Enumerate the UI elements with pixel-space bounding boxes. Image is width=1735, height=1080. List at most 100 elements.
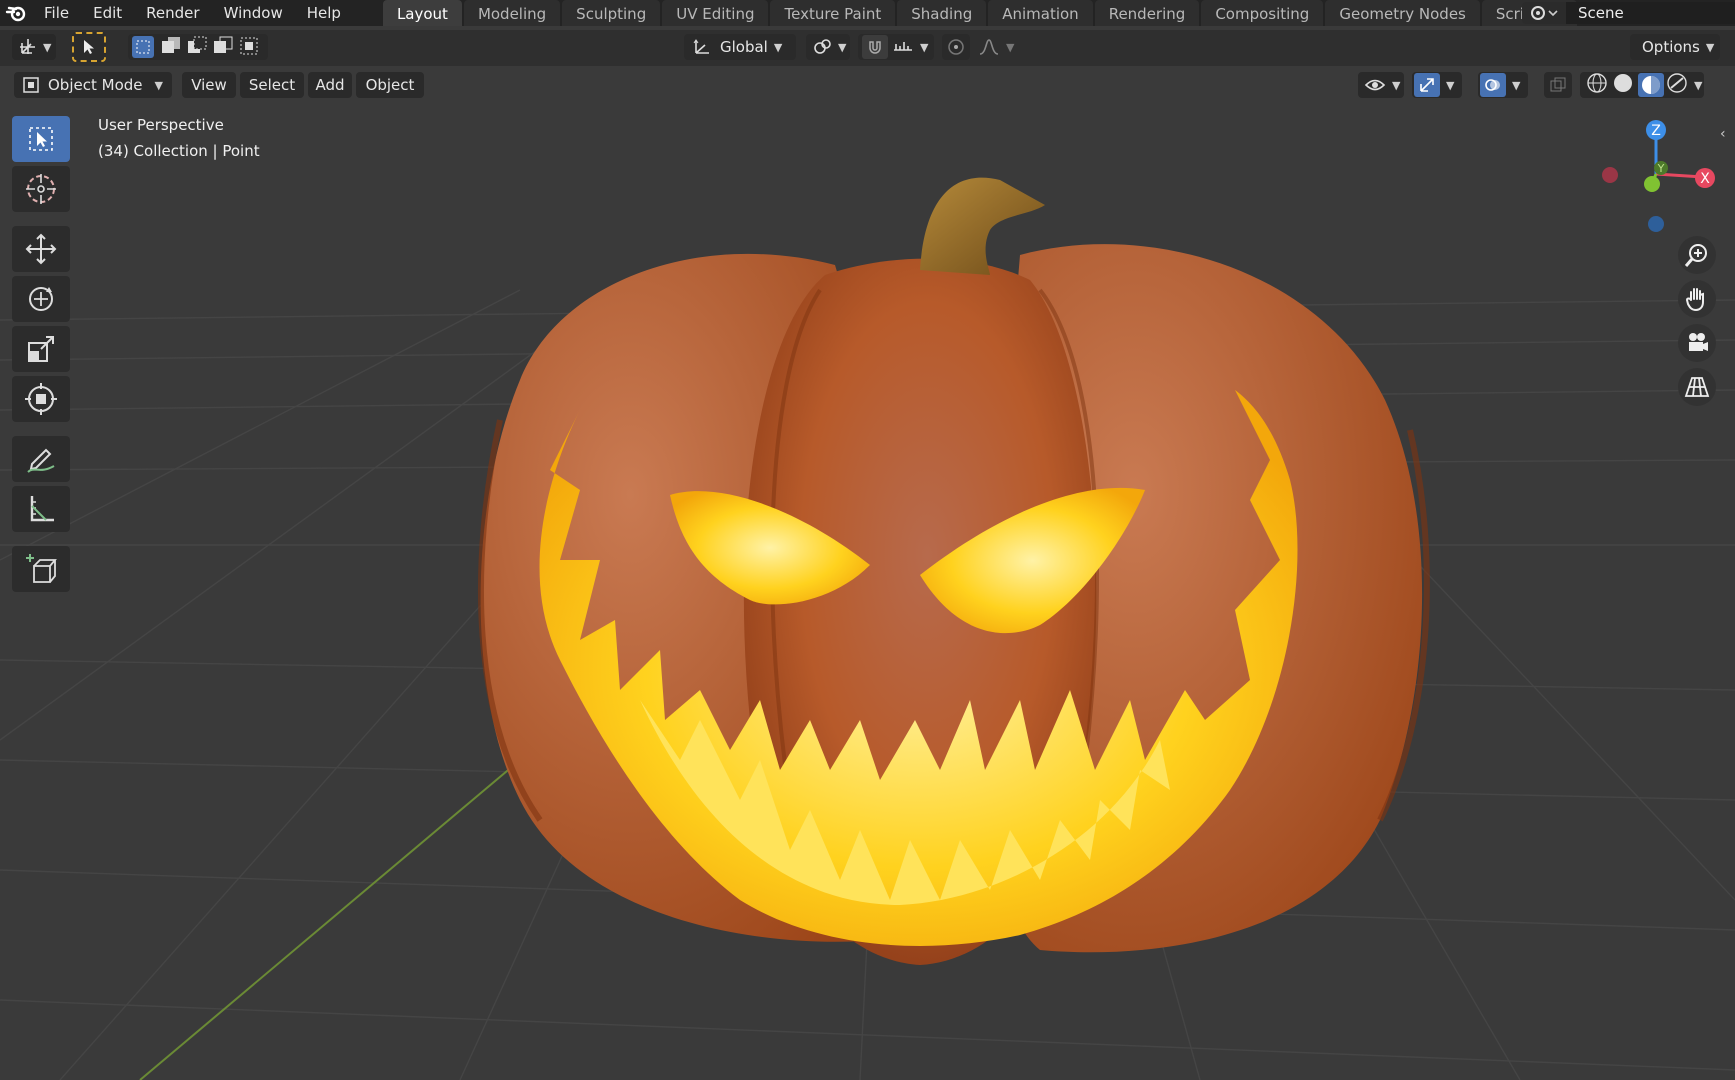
zoom-button[interactable]	[1678, 236, 1716, 274]
perspective-label: User Perspective	[98, 116, 224, 134]
perspective-grid-icon	[1684, 377, 1710, 397]
proportional-edit-button[interactable]	[942, 34, 970, 60]
neg-z-handle-icon[interactable]	[1648, 216, 1664, 232]
eye-icon	[1364, 79, 1386, 91]
selection-mode-group	[128, 34, 268, 60]
chevron-down-icon: ▼	[1512, 78, 1521, 92]
tool-transform[interactable]	[12, 376, 70, 422]
y-axis-label: Y	[1657, 162, 1665, 175]
menu-window[interactable]: Window	[212, 2, 295, 24]
tab-sculpting[interactable]: Sculpting	[562, 0, 661, 26]
zoom-icon	[1684, 244, 1707, 267]
projection-toggle-button[interactable]	[1678, 368, 1716, 406]
tab-shading[interactable]: Shading	[897, 0, 987, 26]
blender-logo-icon[interactable]	[0, 0, 32, 26]
add-cube-icon	[26, 554, 57, 583]
pan-button[interactable]	[1678, 280, 1716, 318]
viewport-menu-add[interactable]: Add	[308, 72, 352, 98]
chevron-down-icon: ▼	[1446, 78, 1455, 92]
top-bar: File Edit Render Window Help Layout Mode…	[0, 0, 1735, 26]
scene-selector[interactable]: Scene	[1522, 0, 1735, 26]
tool-move[interactable]	[12, 226, 70, 272]
neg-x-handle-icon[interactable]	[1602, 167, 1618, 183]
viewport-menu-view[interactable]: View	[182, 72, 236, 98]
mode-extend-icon[interactable]	[160, 35, 182, 59]
menu-render[interactable]: Render	[134, 2, 211, 24]
3d-cursor-icon	[26, 174, 56, 204]
tool-rotate[interactable]	[12, 276, 70, 322]
tab-compositing[interactable]: Compositing	[1201, 0, 1324, 26]
chevron-down-icon: ▼	[154, 78, 163, 92]
object-mode-icon	[23, 77, 39, 93]
solid-shading-icon[interactable]	[1612, 72, 1634, 98]
material-preview-icon[interactable]	[1638, 73, 1664, 97]
chevron-down-icon: ▼	[773, 40, 783, 54]
wireframe-shading-icon[interactable]	[1586, 72, 1608, 98]
menu-edit[interactable]: Edit	[81, 2, 134, 24]
scene-name-field[interactable]: Scene	[1566, 2, 1735, 24]
snapping-group: ▼	[858, 34, 934, 60]
chevron-down-icon: ▼	[838, 40, 847, 54]
sidebar-toggle-icon[interactable]: ‹	[1720, 126, 1726, 142]
tab-texture-paint[interactable]: Texture Paint	[770, 0, 896, 26]
chevron-down-icon: ▼	[1392, 78, 1401, 92]
falloff-dropdown[interactable]: ▼	[972, 34, 1016, 60]
tool-annotate[interactable]	[12, 436, 70, 482]
tab-animation[interactable]: Animation	[988, 0, 1093, 26]
editor-type-button[interactable]: ▼	[12, 34, 56, 60]
navigation-gizmo[interactable]: Y Z X	[1590, 112, 1735, 242]
xray-icon	[1550, 77, 1566, 92]
transform-orientation-dropdown[interactable]: Global ▼	[684, 34, 796, 60]
viewport-menu-select[interactable]: Select	[240, 72, 304, 98]
transform-icon	[25, 383, 57, 415]
pivot-point-dropdown[interactable]: ▼	[806, 34, 850, 60]
tab-geometry-nodes[interactable]: Geometry Nodes	[1325, 0, 1480, 26]
tool-add-cube[interactable]	[12, 546, 70, 592]
overlays-toggle[interactable]: ▼	[1478, 72, 1528, 98]
visibility-dropdown[interactable]: ▼	[1358, 72, 1404, 98]
rendered-shading-icon[interactable]	[1666, 72, 1688, 98]
tab-uv-editing[interactable]: UV Editing	[662, 0, 769, 26]
overlays-icon	[1480, 73, 1506, 97]
collection-label: (34) Collection | Point	[98, 142, 260, 160]
rotate-icon	[29, 287, 53, 311]
menu-help[interactable]: Help	[295, 2, 353, 24]
orientation-label: Global	[720, 38, 768, 56]
magnet-icon[interactable]	[862, 35, 888, 59]
tab-rendering[interactable]: Rendering	[1094, 0, 1200, 26]
chevron-down-icon: ▼	[1694, 78, 1703, 92]
annotate-pencil-icon	[27, 448, 55, 473]
tab-modeling[interactable]: Modeling	[463, 0, 561, 26]
gizmo-toggle[interactable]: ▼	[1412, 72, 1462, 98]
scene-icon[interactable]	[1522, 2, 1566, 24]
tool-header: ▼ Global ▼ ▼ ▼ ▼ Options ▼	[0, 30, 1735, 66]
camera-view-button[interactable]	[1678, 324, 1716, 362]
menu-file[interactable]: File	[32, 2, 81, 24]
camera-icon	[1689, 333, 1708, 351]
viewport-canvas[interactable]	[0, 102, 1735, 1080]
tool-cursor[interactable]	[12, 166, 70, 212]
pumpkin-model[interactable]	[477, 177, 1430, 965]
options-label: Options	[1642, 38, 1700, 56]
chevron-down-icon: ▼	[1705, 40, 1715, 54]
options-dropdown[interactable]: Options ▼	[1630, 34, 1720, 60]
snap-increment-icon[interactable]	[892, 36, 914, 58]
viewport-header: Object Mode ▼ View Select Add Object ▼ ▼…	[0, 68, 1735, 102]
mode-intersect-icon[interactable]	[238, 35, 260, 59]
mode-invert-icon[interactable]	[212, 35, 234, 59]
xray-toggle[interactable]	[1544, 72, 1572, 98]
tool-scale[interactable]	[12, 326, 70, 372]
chevron-down-icon: ▼	[1006, 40, 1015, 54]
viewport-menu-object[interactable]: Object	[356, 72, 424, 98]
select-tool-button[interactable]	[72, 32, 106, 62]
shading-modes: ▼	[1580, 72, 1704, 98]
falloff-curve-icon	[979, 39, 999, 55]
mode-subtract-icon[interactable]	[186, 35, 208, 59]
mode-new-icon[interactable]	[132, 36, 154, 58]
tab-layout[interactable]: Layout	[382, 0, 462, 26]
z-axis-label: Z	[1651, 123, 1661, 139]
tool-select-box[interactable]	[12, 116, 70, 162]
y-handle-icon[interactable]	[1644, 176, 1660, 192]
tool-measure[interactable]	[12, 486, 70, 532]
mode-dropdown[interactable]: Object Mode ▼	[14, 72, 172, 98]
